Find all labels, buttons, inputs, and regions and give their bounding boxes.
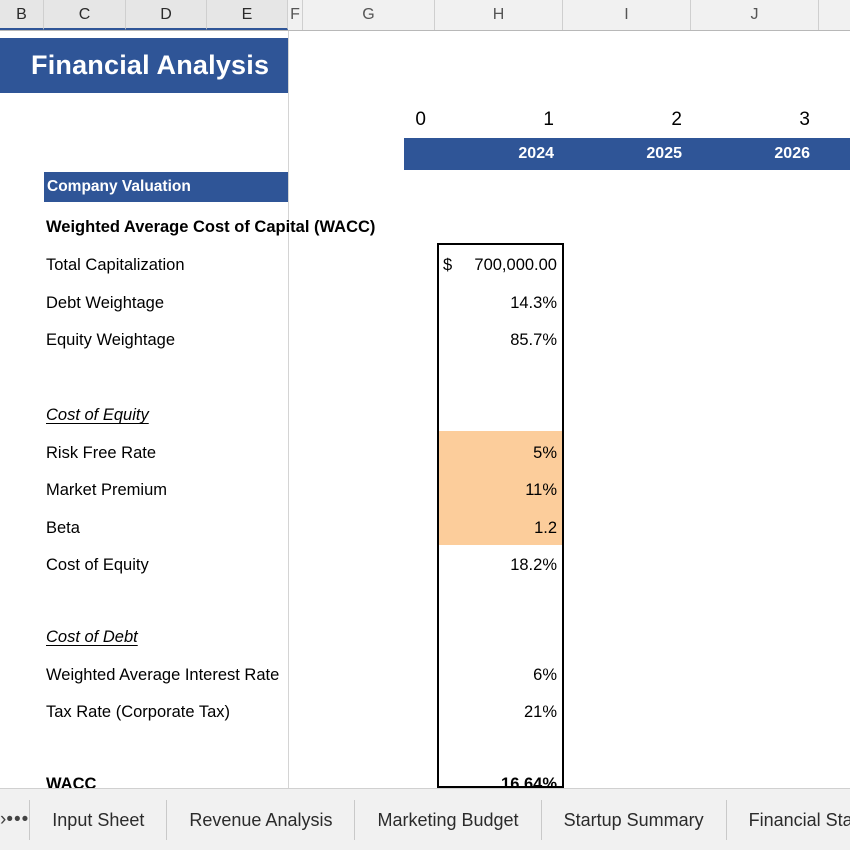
sheet-tab-input-sheet[interactable]: Input Sheet — [29, 799, 166, 840]
row-label-risk-free-rate: Risk Free Rate — [46, 443, 157, 462]
sheet-tab-marketing-budget[interactable]: Marketing Budget — [354, 799, 540, 840]
table-row[interactable]: Weighted Average Interest Rate 6% — [0, 657, 850, 695]
section-banner-company-valuation: Company Valuation — [44, 172, 288, 202]
row-label-wacc-heading: Weighted Average Cost of Capital (WACC) — [46, 218, 376, 236]
year-header-2024: 2024 — [518, 145, 554, 162]
spreadsheet-canvas: B C D E F G H I J Financial Analysis 0 1… — [0, 0, 850, 850]
row-value-weighted-average-interest-rate[interactable]: 6% — [438, 657, 564, 695]
table-row[interactable]: Total Capitalization $700,000.00 — [0, 247, 850, 285]
year-header-2026: 2026 — [774, 145, 810, 162]
table-row[interactable]: Market Premium 11% — [0, 472, 850, 510]
sheet-tab-financial-statements[interactable]: Financial Sta — [725, 799, 850, 840]
sheet-tab-startup-summary[interactable]: Startup Summary — [540, 799, 726, 840]
row-value-tax-rate[interactable]: 21% — [438, 694, 564, 732]
currency-symbol: $ — [443, 256, 453, 274]
column-header-strip: B C D E F G H I J — [0, 0, 850, 31]
table-row[interactable]: Debt Weightage 14.3% — [0, 285, 850, 323]
period-number-2: 2 — [671, 109, 682, 130]
row-value-total-capitalization[interactable]: $700,000.00 — [438, 247, 564, 285]
table-row[interactable]: Risk Free Rate 5% — [0, 435, 850, 473]
column-header-b[interactable]: B — [0, 0, 44, 30]
row-label-wacc: WACC — [46, 775, 97, 788]
column-header-k[interactable] — [819, 0, 850, 30]
column-header-g[interactable]: G — [303, 0, 435, 30]
row-label-tax-rate: Tax Rate (Corporate Tax) — [46, 703, 231, 721]
period-number-3: 3 — [799, 109, 810, 130]
period-number-1: 1 — [543, 109, 554, 130]
grid-body: Financial Analysis 0 1 2 3 2024 2025 202… — [0, 31, 850, 788]
table-row[interactable]: WACC 16.64% — [0, 766, 850, 788]
row-value-market-premium[interactable]: 11% — [438, 472, 564, 510]
row-label-market-premium: Market Premium — [46, 481, 168, 499]
table-row[interactable]: Equity Weightage 85.7% — [0, 322, 850, 360]
row-value-debt-weightage[interactable]: 14.3% — [438, 285, 564, 323]
sheet-tab-revenue-analysis[interactable]: Revenue Analysis — [166, 799, 354, 840]
column-header-h[interactable]: H — [435, 0, 563, 30]
row-label-debt-weightage: Debt Weightage — [46, 293, 165, 312]
sheet-title-banner: Financial Analysis — [0, 38, 288, 93]
column-header-d[interactable]: D — [126, 0, 207, 30]
column-header-i[interactable]: I — [563, 0, 691, 30]
amount-text: 700,000.00 — [474, 256, 557, 274]
row-label-cost-of-equity-subhead: Cost of Equity — [46, 406, 149, 424]
row-subheading-cost-of-debt: Cost of Debt — [0, 619, 850, 657]
period-number-0: 0 — [415, 109, 426, 130]
more-sheets-ellipsis-icon[interactable]: ••• — [6, 809, 29, 831]
row-wacc-heading: Weighted Average Cost of Capital (WACC) — [0, 209, 850, 247]
row-value-beta[interactable]: 1.2 — [438, 510, 564, 548]
row-label-beta: Beta — [46, 518, 80, 537]
row-value-wacc[interactable]: 16.64% — [438, 766, 564, 788]
row-label-weighted-average-interest-rate: Weighted Average Interest Rate — [46, 665, 280, 684]
column-header-f[interactable]: F — [288, 0, 303, 30]
row-label-total-capitalization: Total Capitalization — [46, 256, 185, 274]
row-label-cost-of-debt-subhead: Cost of Debt — [46, 628, 138, 646]
row-label-cost-of-equity: Cost of Equity — [46, 556, 149, 574]
row-subheading-cost-of-equity: Cost of Equity — [0, 397, 850, 435]
column-header-c[interactable]: C — [44, 0, 126, 30]
column-header-j[interactable]: J — [691, 0, 819, 30]
year-header-banner: 2024 2025 2026 — [404, 138, 850, 170]
row-label-equity-weightage: Equity Weightage — [46, 331, 176, 349]
table-row[interactable]: Cost of Equity 18.2% — [0, 547, 850, 585]
column-header-e[interactable]: E — [207, 0, 288, 30]
row-value-cost-of-equity[interactable]: 18.2% — [438, 547, 564, 585]
table-row[interactable]: Beta 1.2 — [0, 510, 850, 548]
year-header-2025: 2025 — [646, 145, 682, 162]
row-value-equity-weightage[interactable]: 85.7% — [438, 322, 564, 360]
table-row[interactable]: Tax Rate (Corporate Tax) 21% — [0, 694, 850, 732]
row-value-risk-free-rate[interactable]: 5% — [438, 435, 564, 473]
sheet-tab-bar: › ••• Input Sheet Revenue Analysis Marke… — [0, 788, 850, 850]
